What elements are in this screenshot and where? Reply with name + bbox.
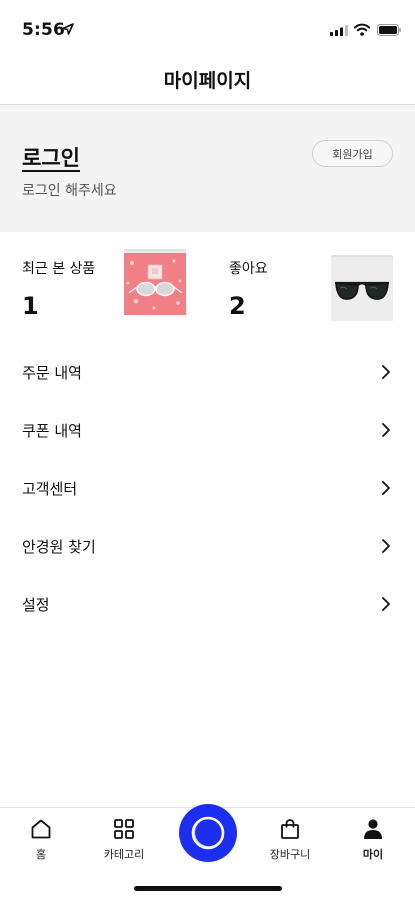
bottom-tab-bar: 홈 카테고리 장바구니 마이 xyxy=(0,804,415,900)
menu-item-orders[interactable]: 주문 내역 xyxy=(0,343,415,401)
recently-viewed-thumbnail[interactable] xyxy=(124,249,186,315)
wifi-icon xyxy=(354,23,370,36)
recently-viewed-count: 1 xyxy=(22,292,39,320)
home-icon xyxy=(31,819,51,839)
chevron-right-icon xyxy=(382,539,390,553)
chevron-right-icon xyxy=(382,481,390,495)
status-time: 5:56 xyxy=(22,20,66,40)
tab-my[interactable]: 마이 xyxy=(338,818,408,862)
likes-stat[interactable]: 좋아요 2 xyxy=(229,258,268,320)
menu-item-label: 안경원 찾기 xyxy=(22,537,96,556)
tab-category-label: 카테고리 xyxy=(103,848,145,861)
recently-viewed-stat[interactable]: 최근 본 상품 1 xyxy=(22,258,95,320)
menu-item-find-store[interactable]: 안경원 찾기 xyxy=(0,517,415,575)
chevron-right-icon xyxy=(382,423,390,437)
status-bar: 5:56 xyxy=(0,0,415,52)
menu-item-label: 고객센터 xyxy=(22,479,78,498)
menu-item-label: 설정 xyxy=(22,595,50,614)
chevron-right-icon xyxy=(382,597,390,611)
likes-label: 좋아요 xyxy=(229,261,268,277)
likes-count: 2 xyxy=(229,292,246,320)
dark-sunglasses-image xyxy=(331,259,393,321)
menu-item-customer-center[interactable]: 고객센터 xyxy=(0,459,415,517)
login-prompt: 로그인 해주세요 xyxy=(22,183,117,199)
tab-home[interactable]: 홈 xyxy=(6,818,76,862)
login-link[interactable]: 로그인 xyxy=(22,142,80,172)
recently-viewed-label: 최근 본 상품 xyxy=(22,261,96,277)
cellular-signal-icon xyxy=(330,25,348,36)
menu-item-label: 쿠폰 내역 xyxy=(22,421,82,440)
center-action-button[interactable] xyxy=(179,804,237,862)
tab-category[interactable]: 카테고리 xyxy=(89,818,159,862)
grid-icon xyxy=(114,819,134,839)
tab-cart[interactable]: 장바구니 xyxy=(255,818,325,862)
page-title: 마이페이지 xyxy=(163,70,252,92)
chevron-right-icon xyxy=(382,365,390,379)
tab-home-label: 홈 xyxy=(35,848,47,861)
likes-thumbnail[interactable] xyxy=(331,255,393,321)
battery-icon xyxy=(377,24,401,36)
menu-item-settings[interactable]: 설정 xyxy=(0,575,415,633)
menu-list: 주문 내역 쿠폰 내역 고객센터 안경원 찾기 설정 xyxy=(0,343,415,633)
bag-icon xyxy=(281,819,299,839)
menu-item-label: 주문 내역 xyxy=(22,363,82,382)
pink-sunglasses-image xyxy=(124,253,186,315)
person-icon xyxy=(364,819,382,839)
tab-cart-label: 장바구니 xyxy=(269,848,311,861)
login-section: 로그인 로그인 해주세요 회원가입 xyxy=(0,105,415,232)
ring-logo-icon xyxy=(191,816,225,850)
home-indicator xyxy=(134,886,282,891)
signup-button[interactable]: 회원가입 xyxy=(312,140,393,167)
tab-my-label: 마이 xyxy=(362,848,384,861)
location-arrow-icon xyxy=(62,23,74,35)
menu-item-coupons[interactable]: 쿠폰 내역 xyxy=(0,401,415,459)
